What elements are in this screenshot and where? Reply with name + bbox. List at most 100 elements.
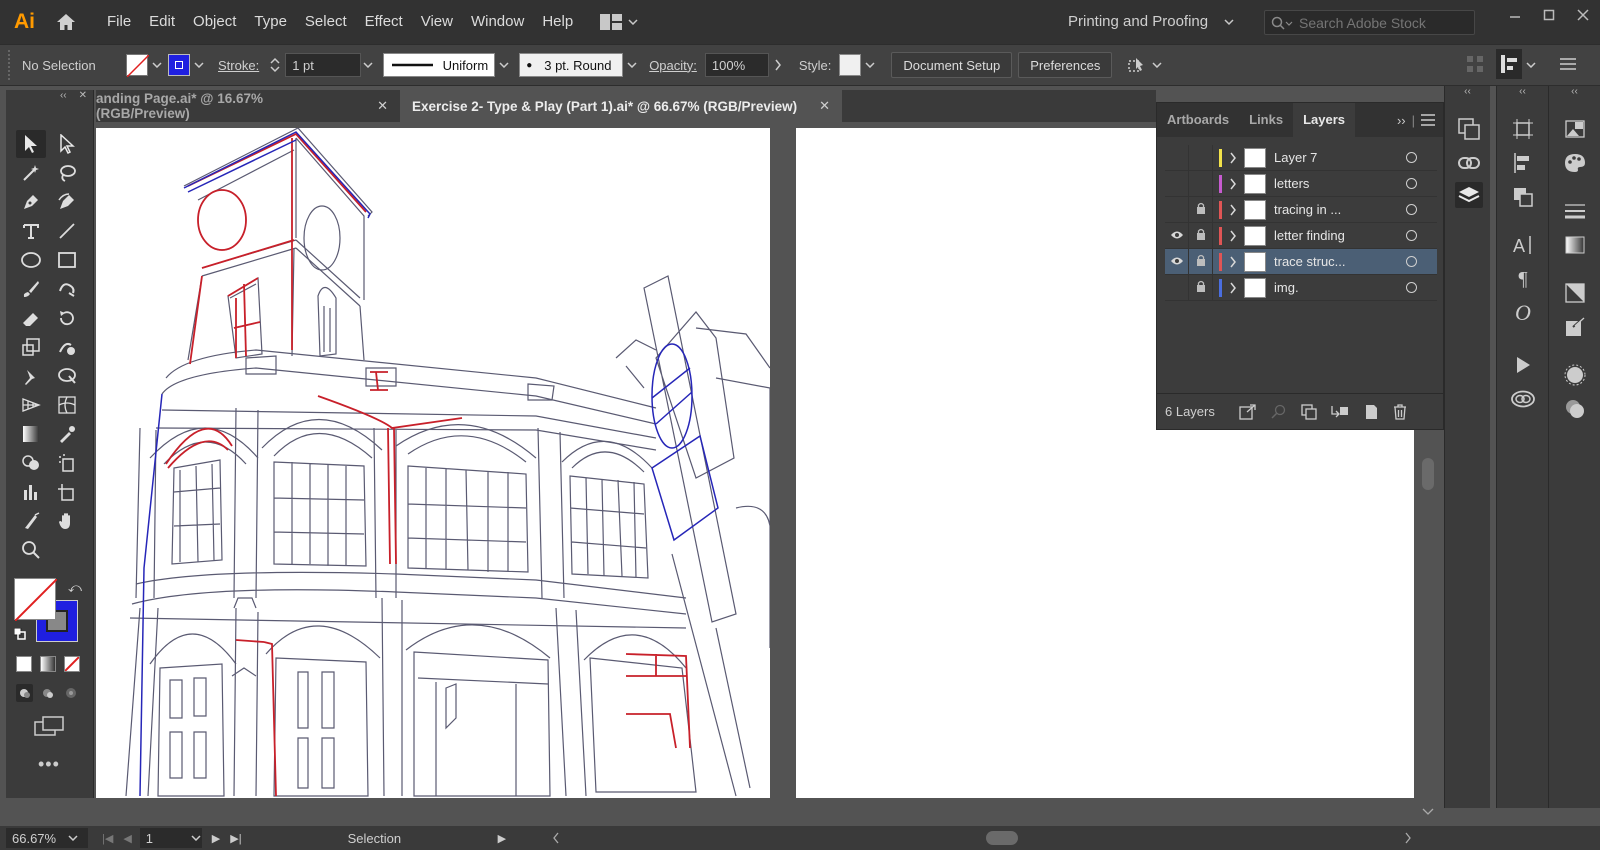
paintbrush-tool[interactable] [16,275,46,303]
close-window-button[interactable] [1566,0,1600,30]
close-icon[interactable]: ✕ [79,90,87,104]
expand-panel-icon[interactable]: ›› [1397,113,1406,128]
fill-swatch[interactable] [126,54,149,77]
shaper-tool[interactable] [52,275,82,303]
first-artboard-icon[interactable]: |◀ [102,832,113,845]
layer-row[interactable]: letter finding [1165,222,1437,249]
zoom-level-field[interactable]: 66.67% [6,828,88,848]
panel-menu-icon[interactable] [1421,114,1435,126]
layer-row[interactable]: img. [1165,274,1437,301]
gradient-mode-icon[interactable] [40,656,56,672]
puppet-warp-tool[interactable] [16,362,46,390]
menu-help[interactable]: Help [533,0,582,44]
lock-toggle[interactable] [1189,248,1213,275]
layers-panel-icon[interactable] [1455,182,1483,208]
layer-name[interactable]: letters [1274,176,1384,191]
stroke-panel-icon[interactable] [1561,198,1589,224]
chevron-left-icon[interactable] [552,832,560,844]
expand-layer-toggle[interactable] [1222,204,1244,216]
paragraph-panel-icon[interactable]: ¶ [1509,266,1537,292]
home-icon[interactable] [48,0,84,44]
menu-type[interactable]: Type [245,0,296,44]
curvature-tool[interactable] [52,188,82,216]
collapse-icon[interactable]: ‹‹ [1549,86,1600,100]
opacity-label[interactable]: Opacity: [649,58,697,73]
mesh-tool[interactable] [52,391,82,419]
links-panel-icon[interactable] [1455,150,1483,176]
layer-name[interactable]: img. [1274,280,1384,295]
selection-tool[interactable] [16,130,46,158]
layer-row[interactable]: letters [1165,170,1437,197]
lock-toggle[interactable] [1189,222,1213,249]
tab-exercise-2[interactable]: Exercise 2- Type & Play (Part 1).ai* @ 6… [400,90,842,122]
tab-links[interactable]: Links [1239,103,1293,137]
symbol-sprayer-tool[interactable] [52,449,82,477]
expand-layer-toggle[interactable] [1222,256,1244,268]
visibility-toggle[interactable] [1165,274,1189,301]
menu-edit[interactable]: Edit [140,0,184,44]
line-tool[interactable] [52,217,82,245]
export-icon[interactable] [1239,403,1257,420]
zoom-tool[interactable] [16,536,46,564]
horizontal-scroll-thumb[interactable] [986,831,1018,845]
layer-row[interactable]: trace struc... [1165,248,1437,275]
hand-tool[interactable] [52,507,82,535]
artboard-1[interactable] [96,127,772,798]
stroke-weight-dropdown[interactable] [359,62,377,68]
visibility-toggle[interactable] [1165,248,1189,275]
transform-button[interactable] [1126,55,1162,75]
pathfinder-icon[interactable] [1509,184,1537,210]
stroke-swatch[interactable] [168,54,190,76]
target-circle-icon[interactable] [1406,152,1417,163]
profile-dropdown[interactable] [495,62,513,68]
fill-color-box[interactable] [14,578,58,622]
clipping-mask-icon[interactable] [1301,403,1317,420]
menu-select[interactable]: Select [296,0,356,44]
stroke-weight-field[interactable]: 1 pt [285,53,362,77]
artboard-tool[interactable] [52,478,82,506]
new-sublayer-icon[interactable] [1331,404,1349,420]
trash-icon[interactable] [1393,403,1407,420]
none-mode-icon[interactable] [64,656,80,672]
layer-name[interactable]: Layer 7 [1274,150,1384,165]
layer-name[interactable]: tracing in ... [1274,202,1384,217]
perspective-grid-tool[interactable] [16,391,46,419]
variable-width-profile[interactable]: Uniform [383,53,496,77]
menu-file[interactable]: File [98,0,140,44]
collapse-icon[interactable]: ‹‹ [60,90,67,104]
rectangle-tool[interactable] [52,246,82,274]
stroke-label[interactable]: Stroke: [218,58,259,73]
style-dropdown[interactable] [861,62,879,68]
align-icon[interactable] [1509,150,1537,176]
visibility-toggle[interactable] [1165,222,1189,249]
direct-selection-tool[interactable] [52,130,82,158]
color-palette-icon[interactable] [1561,150,1589,176]
tab-layers[interactable]: Layers [1293,103,1356,137]
vertical-scrollbar[interactable] [1420,430,1436,815]
opacity-slider-toggle[interactable] [769,59,787,71]
visibility-toggle[interactable] [1165,196,1189,223]
actions-panel-icon[interactable] [1509,352,1537,378]
swap-fill-stroke-icon[interactable]: ⤺ [68,580,82,596]
creative-cloud-libraries-icon[interactable] [1509,386,1537,412]
control-menu-icon[interactable] [1560,57,1576,74]
color-mode-icon[interactable] [16,656,32,672]
brush-dropdown[interactable] [623,62,641,68]
asset-export-icon[interactable] [1561,314,1589,340]
menu-view[interactable]: View [412,0,462,44]
layer-row[interactable]: Layer 7 [1165,144,1437,171]
chevron-right-icon[interactable] [1404,832,1412,844]
free-transform-tool[interactable] [52,362,82,390]
arrange-documents-button[interactable] [600,14,638,30]
new-layer-icon[interactable] [1363,404,1379,420]
rotate-tool[interactable] [52,304,82,332]
close-icon[interactable]: ✕ [819,98,830,114]
align-panel-icon[interactable] [1496,49,1522,79]
last-artboard-icon[interactable]: ▶| [230,832,241,845]
slice-tool[interactable] [16,507,46,535]
ellipse-tool[interactable] [16,246,46,274]
graphic-styles-icon[interactable] [1561,396,1589,422]
tab-artboards[interactable]: Artboards [1157,103,1239,137]
workspace-switcher[interactable]: Printing and Proofing [1068,0,1208,44]
type-tool[interactable] [16,217,46,245]
